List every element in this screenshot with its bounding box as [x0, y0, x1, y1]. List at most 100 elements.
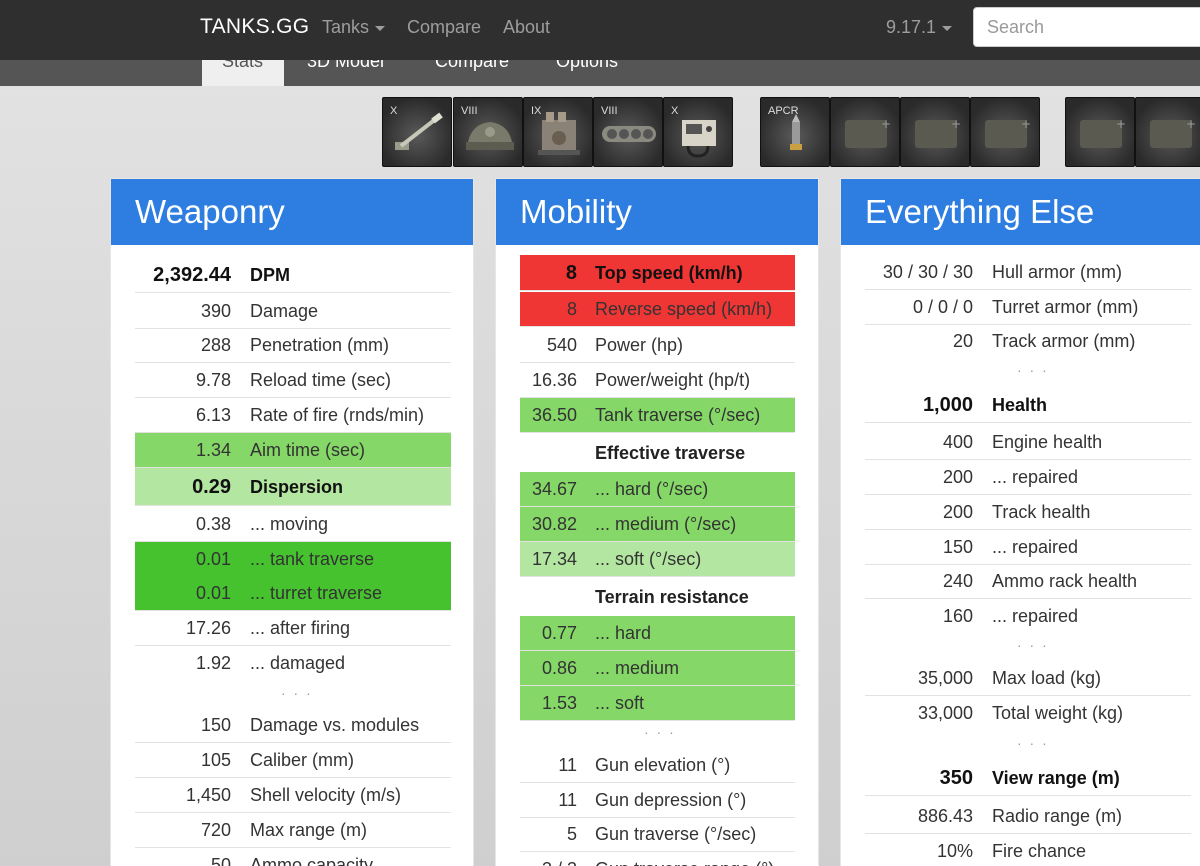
stat-row-damage-vs-modules: 150 Damage vs. modules: [135, 708, 451, 743]
version-label: 9.17.1: [886, 17, 937, 37]
stat-row-ammo-rack-health: 240 Ammo rack health: [865, 564, 1191, 599]
tab-3d-model[interactable]: 3D Model: [285, 60, 415, 86]
stat-row-gun-traverse: 5 Gun traverse (°/sec): [520, 817, 795, 852]
expand-ellipsis[interactable]: · · ·: [644, 724, 676, 740]
stat-row-shell-velocity: 1,450 Shell velocity (m/s): [135, 778, 451, 813]
tab-options[interactable]: Options: [537, 60, 647, 86]
everything-else-title: Everything Else: [841, 179, 1200, 245]
stat-row-health: 1,000 Health: [865, 388, 1191, 423]
nav-tanks-dropdown[interactable]: Tanks: [322, 17, 386, 38]
chevron-down-icon: [942, 25, 953, 31]
svg-text:+: +: [881, 117, 891, 131]
turret-tier-label: VIII: [461, 105, 478, 117]
stat-row-dispersion-moving: 0.38... moving: [135, 507, 451, 542]
stat-row-ammo-capacity: 50 Ammo capacity: [135, 848, 451, 866]
empty-consumable-icon: +: [1150, 117, 1196, 148]
stat-row-gun-traverse-range: -3 / 3Gun traverse range (°): [520, 852, 795, 866]
sub-navigation: Stats 3D Model Compare Options: [0, 60, 1200, 86]
stat-row-engine-health: 400 Engine health: [865, 425, 1191, 460]
suspension-tier-label: VIII: [601, 105, 618, 117]
stat-row-tank-traverse: 36.50 Tank traverse (°/sec): [520, 398, 795, 433]
gun-tier-label: X: [390, 105, 398, 117]
brand-logo[interactable]: TANKS.GG: [200, 15, 309, 39]
stat-row-power-weight: 16.36 Power/weight (hp/t): [520, 363, 795, 398]
search-input[interactable]: [973, 7, 1200, 47]
empty-equipment-icon: +: [985, 117, 1031, 148]
ammo-type-label: APCR: [768, 105, 799, 117]
stat-row-dispersion-after-firing: 17.26... after firing: [135, 611, 451, 646]
everything-else-panel: Everything Else 30 / 30 / 30 Hull armor (…: [840, 178, 1200, 866]
engine-tier-label: IX: [531, 105, 542, 117]
stat-row-view-range: 350 View range (m): [865, 761, 1191, 796]
stat-row-rate-of-fire: 6.13 Rate of fire (rnds/min): [135, 398, 451, 433]
stat-row-dispersion: 0.29 Dispersion: [135, 468, 451, 506]
stat-row-track-health: 200 Track health: [865, 495, 1191, 530]
empty-equipment-icon: +: [845, 117, 891, 148]
stat-row-traverse-soft: 17.34... soft (°/sec): [520, 542, 795, 577]
stat-row-engine-repaired: 200... repaired: [865, 460, 1191, 495]
engine-module-slot[interactable]: IX: [523, 97, 593, 167]
equipment-slot-1[interactable]: +: [830, 97, 900, 167]
stat-row-gun-depression: 11 Gun depression (°): [520, 783, 795, 818]
mobility-title: Mobility: [496, 179, 818, 245]
stat-row-terrain-medium: 0.86... medium: [520, 651, 795, 686]
stat-row-gun-elevation: 11 Gun elevation (°): [520, 748, 795, 783]
stat-row-max-range: 720 Max range (m): [135, 813, 451, 848]
equipment-slot-2[interactable]: +: [900, 97, 970, 167]
svg-text:+: +: [1021, 117, 1031, 131]
mobility-panel: Mobility 8 Top speed (km/h) 8 Reverse spee…: [495, 178, 819, 866]
stat-row-dispersion-damaged: 1.92... damaged: [195, 653, 346, 673]
empty-equipment-icon: +: [915, 117, 961, 148]
nav-compare-link[interactable]: Compare: [407, 17, 481, 38]
tab-compare[interactable]: Compare: [416, 60, 536, 86]
stat-row-penetration: 288 Penetration (mm): [135, 328, 451, 363]
stat-row-damage: 390 Damage: [135, 294, 451, 329]
nav-about-link[interactable]: About: [503, 17, 550, 38]
weaponry-title: Weaponry: [111, 179, 473, 245]
stat-row-fire-chance: 10% Fire chance: [865, 834, 1191, 866]
svg-text:+: +: [1116, 117, 1126, 131]
stat-row-reload: 9.78 Reload time (sec): [135, 363, 451, 398]
consumable-slot-2[interactable]: +: [1135, 97, 1200, 167]
stat-row-aim-time: 1.34 Aim time (sec): [135, 433, 451, 468]
equipment-slot-3[interactable]: +: [970, 97, 1040, 167]
stat-row-traverse-hard: 34.67... hard (°/sec): [520, 472, 795, 507]
suspension-module-slot[interactable]: VIII: [593, 97, 663, 167]
expand-ellipsis[interactable]: · · ·: [1017, 362, 1049, 378]
stat-row-dispersion-tank-traverse: 0.01... tank traverse: [135, 542, 451, 577]
empty-consumable-icon: +: [1080, 117, 1126, 148]
turret-module-slot[interactable]: VIII: [453, 97, 523, 167]
stat-row-dpm: 2,392.44 DPM: [135, 258, 451, 293]
expand-ellipsis[interactable]: · · ·: [1017, 735, 1049, 751]
stat-row-ammo-rack-repaired: 160... repaired: [942, 606, 1079, 626]
expand-ellipsis[interactable]: · · ·: [281, 685, 313, 701]
stat-row-track-armor: 20 Track armor (mm): [952, 331, 1136, 351]
stat-row-top-speed: 8 Top speed (km/h): [520, 255, 795, 291]
top-navbar: TANKS.GG Tanks Compare About 9.17.1: [0, 0, 1200, 60]
stat-row-power: 540 Power (hp): [520, 328, 795, 363]
stat-row-caliber: 105 Caliber (mm): [135, 743, 451, 778]
chevron-down-icon: [375, 25, 386, 31]
stat-row-dispersion-turret-traverse: 0.01... turret traverse: [135, 576, 451, 611]
stat-row-turret-armor: 0 / 0 / 0 Turret armor (mm): [865, 290, 1191, 325]
radio-module-slot[interactable]: X: [663, 97, 733, 167]
tab-stats[interactable]: Stats: [202, 60, 284, 86]
svg-text:+: +: [1186, 117, 1196, 131]
stat-row-max-load: 35,000 Max load (kg): [865, 661, 1191, 696]
stat-row-terrain-hard: 0.77... hard: [520, 616, 795, 651]
ammo-slot-apcr[interactable]: APCR: [760, 97, 830, 167]
nav-tanks-label: Tanks: [322, 17, 370, 37]
expand-ellipsis[interactable]: · · ·: [1017, 637, 1049, 653]
consumable-slot-1[interactable]: +: [1065, 97, 1135, 167]
stat-row-hull-armor: 30 / 30 / 30 Hull armor (mm): [865, 255, 1191, 290]
stat-row-total-weight: 33,000 Total weight (kg): [917, 703, 1124, 723]
stat-row-radio-range: 886.43 Radio range (m): [865, 799, 1191, 834]
svg-text:+: +: [951, 117, 961, 131]
weaponry-panel: Weaponry 2,392.44 DPM 390 Damage 288 Penetr…: [110, 178, 474, 866]
gun-module-slot[interactable]: X: [382, 97, 452, 167]
version-dropdown[interactable]: 9.17.1: [886, 17, 953, 38]
effective-traverse-heading: Effective traverse: [595, 443, 746, 463]
stat-row-track-repaired: 150... repaired: [865, 530, 1191, 565]
stat-row-terrain-soft: 1.53... soft: [520, 686, 795, 721]
terrain-resistance-heading: Terrain resistance: [595, 587, 749, 607]
